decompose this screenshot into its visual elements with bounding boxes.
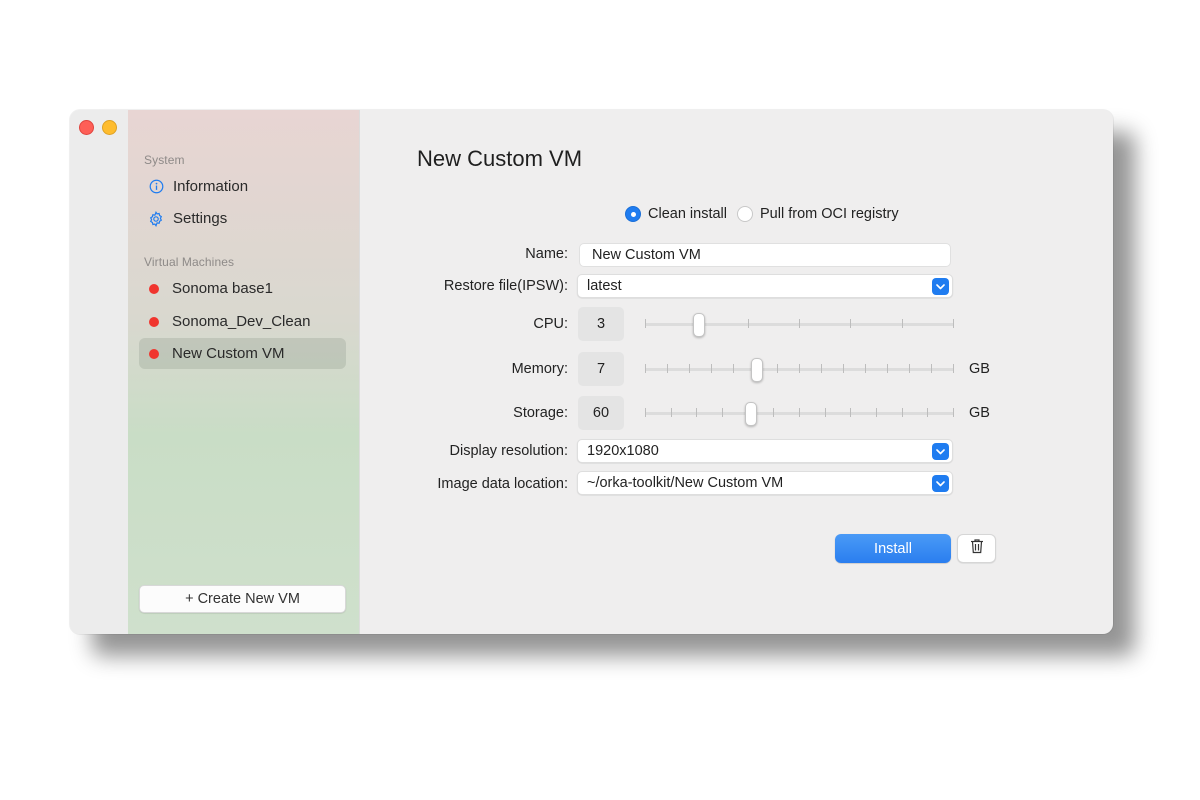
radio-label: Pull from OCI registry [760,206,899,222]
slider-tick [909,364,910,373]
slider-tick [733,364,734,373]
slider-thumb[interactable] [745,402,758,426]
cpu-label: CPU: [533,316,568,332]
app-window: System Information Settings Virtual Mach… [70,110,1113,634]
sidebar-item-label: Settings [173,210,228,227]
memory-value[interactable]: 7 [578,352,624,386]
memory-slider[interactable] [645,357,954,382]
slider-tick [901,319,903,328]
image-location-label: Image data location: [437,476,568,492]
slider-tick [850,408,852,417]
slider-tick [645,408,646,417]
gear-icon [147,210,165,228]
slider-tick [689,364,690,373]
cpu-slider[interactable] [645,312,954,337]
slider-tick [696,408,698,417]
radio-label: Clean install [648,206,727,222]
trash-icon [970,538,984,559]
display-resolution-select[interactable]: 1920x1080 [577,439,953,463]
memory-unit: GB [969,361,990,377]
display-resolution-label: Display resolution: [449,443,568,459]
sidebar: System Information Settings Virtual Mach… [128,110,360,634]
image-location-value: ~/orka-toolkit/New Custom VM [587,475,784,491]
slider-tick [850,319,852,328]
slider-tick [799,319,800,328]
slider-tick [667,364,668,373]
status-dot-icon [149,348,159,359]
sidebar-item-label: Sonoma base1 [172,280,273,297]
sidebar-item-vm[interactable]: Sonoma base1 [139,273,346,304]
slider-tick [901,408,903,417]
slider-tick [953,408,954,417]
radio-clean-install[interactable] [625,206,641,222]
slider-tick [824,408,826,417]
info-icon [147,178,165,196]
radio-pull-oci[interactable] [737,206,753,222]
main-panel: New Custom VM Clean install Pull from OC… [360,110,1113,634]
slider-tick [777,364,778,373]
slider-tick [843,364,844,373]
status-dot-icon [149,283,159,294]
slider-tick [953,364,954,373]
titlebar [70,110,128,634]
restore-file-label: Restore file(IPSW): [443,278,568,294]
slider-tick [799,364,800,373]
page-title: New Custom VM [417,146,583,171]
restore-file-select[interactable]: latest [577,274,953,298]
storage-unit: GB [969,405,990,421]
slider-tick [953,319,954,328]
delete-button[interactable] [957,534,996,563]
slider-tick [747,319,749,328]
cpu-value[interactable]: 3 [578,307,624,341]
slider-tick [645,364,646,373]
close-window-button[interactable] [79,120,94,135]
name-label: Name: [525,246,568,262]
chevron-down-icon [932,443,949,460]
slider-tick [931,364,932,373]
install-mode-group: Clean install Pull from OCI registry [625,206,899,222]
restore-file-value: latest [587,278,622,294]
name-input[interactable]: New Custom VM [579,243,951,267]
sidebar-item-vm[interactable]: Sonoma_Dev_Clean [139,306,346,337]
slider-tick [711,364,712,373]
sidebar-item-label: Sonoma_Dev_Clean [172,313,311,330]
sidebar-item-vm-selected[interactable]: New Custom VM [139,338,346,369]
storage-slider[interactable] [645,401,954,426]
sidebar-item-label: New Custom VM [172,345,285,362]
slider-tick [876,408,877,417]
slider-tick [773,408,775,417]
minimize-window-button[interactable] [102,120,117,135]
slider-thumb[interactable] [751,358,764,382]
slider-tick [887,364,888,373]
memory-label: Memory: [511,361,568,377]
install-button[interactable]: Install [835,534,951,563]
slider-thumb[interactable] [692,313,705,337]
slider-tick [645,319,646,328]
image-location-select[interactable]: ~/orka-toolkit/New Custom VM [577,471,953,495]
storage-value[interactable]: 60 [578,396,624,430]
chevron-down-icon [932,278,949,295]
status-dot-icon [149,316,159,327]
section-header-virtual-machines: Virtual Machines [144,255,235,269]
storage-label: Storage: [513,405,568,421]
sidebar-item-settings[interactable]: Settings [139,203,346,234]
sidebar-item-label: Information [173,178,249,195]
slider-tick [670,408,672,417]
slider-tick [865,364,866,373]
create-new-vm-button[interactable]: + Create New VM [139,585,346,613]
slider-tick [927,408,929,417]
display-resolution-value: 1920x1080 [587,443,659,459]
section-header-system: System [144,153,185,167]
sidebar-item-information[interactable]: Information [139,171,346,202]
slider-tick [799,408,800,417]
slider-tick [722,408,723,417]
slider-tick [821,364,822,373]
chevron-down-icon [932,475,949,492]
